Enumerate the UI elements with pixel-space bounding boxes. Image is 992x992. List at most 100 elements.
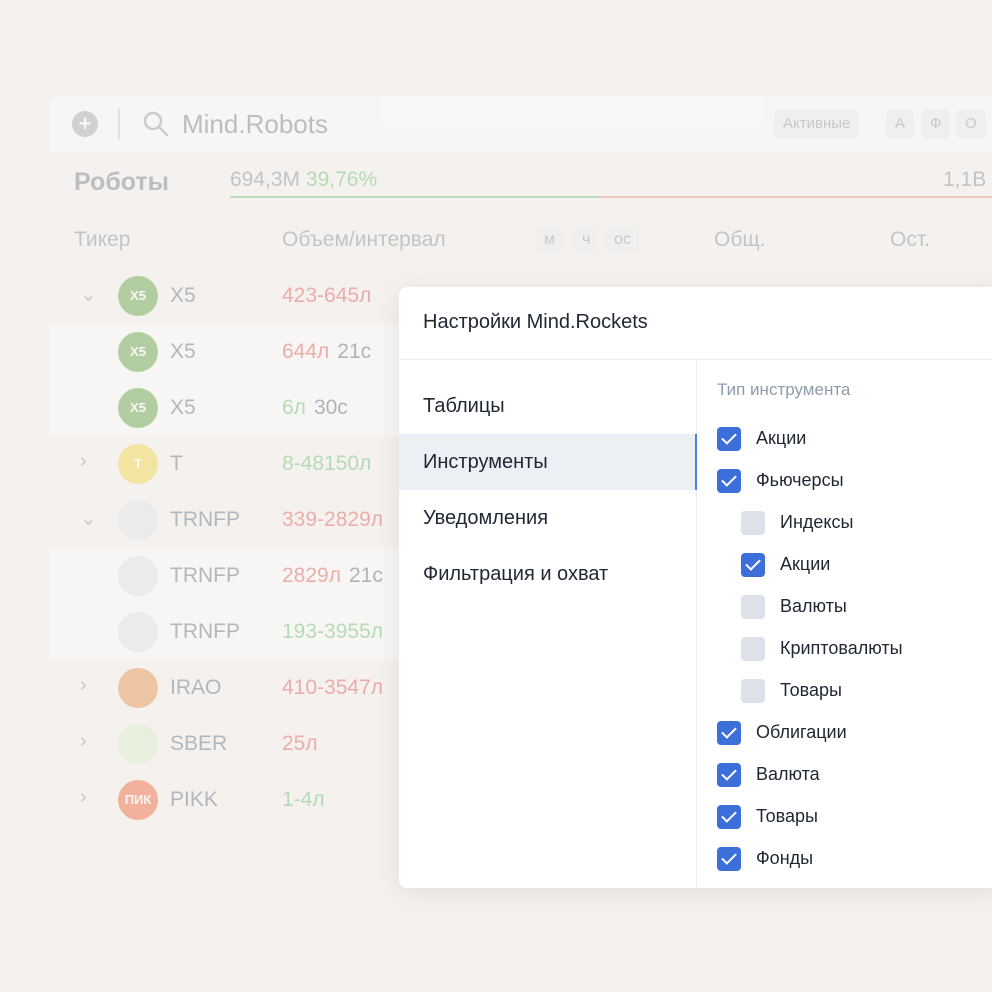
volume-interval: 6л 30с — [282, 396, 348, 420]
volume-value: 8-48150л — [282, 452, 372, 475]
interval-value: 21с — [348, 564, 383, 587]
volume-value: 2829л — [282, 564, 341, 587]
volume-interval: 8-48150л — [282, 452, 371, 476]
total-volume: 694,3M — [230, 168, 301, 191]
instrument-type-label: Тип инструмента — [717, 380, 851, 399]
volume-value: 1-4л — [282, 788, 325, 811]
expand-chevron-icon[interactable]: › — [80, 786, 87, 809]
volume-interval: 1-4л — [282, 788, 325, 812]
ticker-symbol: TRNFP — [170, 620, 240, 643]
option-label: Товары — [780, 680, 842, 700]
expand-chevron-icon[interactable]: › — [80, 674, 87, 697]
option-label: Акции — [780, 554, 831, 574]
ticker-symbol: TRNFP — [170, 564, 240, 587]
timeframe-chip-os[interactable]: ос — [606, 226, 639, 254]
checkbox[interactable] — [741, 553, 765, 577]
checkbox[interactable] — [717, 763, 741, 787]
ticker-logo: X5 — [118, 332, 158, 372]
checkbox[interactable] — [741, 679, 765, 703]
robots-right-total: 1,1B — [943, 168, 986, 192]
checkbox[interactable] — [717, 847, 741, 871]
volume-interval: 423-645л — [282, 284, 371, 308]
checkbox[interactable] — [717, 469, 741, 493]
ticker-symbol: X5 — [170, 284, 196, 307]
timeframe-chip-m[interactable]: м — [536, 226, 563, 254]
ticker-symbol: TRNFP — [170, 508, 240, 531]
interval-value: 21с — [337, 340, 372, 363]
volume-value: 644л — [282, 340, 330, 363]
search-icon[interactable] — [142, 110, 170, 138]
ticker-logo — [118, 724, 158, 764]
volume-value: 25л — [282, 732, 318, 755]
robots-total: 694,3M 39,76% — [230, 168, 377, 192]
volume-interval: 2829л 21с — [282, 564, 383, 588]
filter-chip-o[interactable]: О — [956, 109, 986, 139]
settings-nav-item[interactable]: Уведомления — [399, 490, 697, 546]
modal-title: Настройки Mind.Rockets — [423, 311, 648, 333]
volume-value: 193-3955л — [282, 620, 384, 643]
volume-interval: 410-3547л — [282, 676, 383, 700]
volume-interval: 25л — [282, 732, 318, 756]
add-icon[interactable]: + — [72, 111, 98, 137]
right-total-value: 1,1B — [943, 168, 987, 191]
ticker-logo — [118, 668, 158, 708]
settings-modal: Настройки Mind.Rockets Таблицы Инструмент… — [399, 287, 992, 888]
volume-value: 339-2829л — [282, 508, 384, 531]
expand-chevron-icon[interactable]: ⌄ — [80, 506, 97, 531]
ratio-bar-green — [230, 196, 600, 198]
settings-nav-item[interactable]: Фильтрация и охват — [399, 546, 697, 602]
ticker-symbol: IRAO — [170, 676, 222, 699]
volume-interval: 644л 21с — [282, 340, 371, 364]
volume-value: 410-3547л — [282, 676, 384, 699]
ratio-bar-red — [600, 196, 992, 198]
option-label: Фонды — [756, 848, 814, 868]
ticker-symbol: PIKK — [170, 788, 218, 811]
ticker-symbol: SBER — [170, 732, 228, 755]
ticker-logo: T — [118, 444, 158, 484]
ticker-logo — [118, 612, 158, 652]
option-label: Товары — [756, 806, 818, 826]
ticker-logo: ПИК — [118, 780, 158, 820]
filter-chip-active[interactable]: Активные — [774, 109, 860, 139]
ticker-logo: X5 — [118, 388, 158, 428]
checkbox[interactable] — [717, 427, 741, 451]
interval-value: 30с — [313, 396, 348, 419]
timeframe-chip-h[interactable]: ч — [574, 226, 599, 254]
volume-interval: 339-2829л — [282, 508, 383, 532]
ticker-logo: X5 — [118, 276, 158, 316]
column-header-volume[interactable]: Объем/интервал — [282, 228, 446, 252]
filter-chip-a[interactable]: А — [886, 109, 915, 139]
option-label: Индексы — [780, 512, 854, 532]
checkbox[interactable] — [741, 511, 765, 535]
option-label: Валюты — [780, 596, 847, 616]
expand-chevron-icon[interactable]: › — [80, 450, 87, 473]
total-percent: 39,76% — [305, 168, 378, 191]
option-label: Облигации — [756, 722, 847, 742]
app-toolbar: + Mind.Robots Активные А Ф О — [50, 96, 992, 152]
column-header-total[interactable]: Общ. — [714, 228, 765, 252]
column-header-ticker[interactable]: Тикер — [74, 228, 130, 252]
column-header-rest[interactable]: Ост. — [890, 228, 930, 252]
robots-heading: Роботы — [74, 168, 170, 196]
volume-value: 6л — [282, 396, 306, 419]
volume-interval: 193-3955л — [282, 620, 383, 644]
ticker-symbol: X5 — [170, 396, 196, 419]
settings-nav-item[interactable]: Инструменты — [399, 434, 697, 490]
expand-chevron-icon[interactable]: ⌄ — [80, 282, 97, 307]
ticker-symbol: T — [170, 452, 183, 475]
toolbar-divider — [118, 108, 120, 140]
app-title: Mind.Robots — [182, 109, 328, 139]
ticker-logo — [118, 500, 158, 540]
checkbox[interactable] — [741, 595, 765, 619]
option-label: Криптовалюты — [780, 638, 903, 658]
option-label: Акции — [756, 428, 807, 448]
checkbox[interactable] — [741, 637, 765, 661]
ticker-logo — [118, 556, 158, 596]
option-label: Валюта — [756, 764, 820, 784]
ticker-symbol: X5 — [170, 340, 196, 363]
expand-chevron-icon[interactable]: › — [80, 730, 87, 753]
checkbox[interactable] — [717, 721, 741, 745]
settings-nav-item[interactable]: Таблицы — [399, 378, 697, 434]
filter-chip-f[interactable]: Ф — [921, 109, 951, 139]
checkbox[interactable] — [717, 805, 741, 829]
